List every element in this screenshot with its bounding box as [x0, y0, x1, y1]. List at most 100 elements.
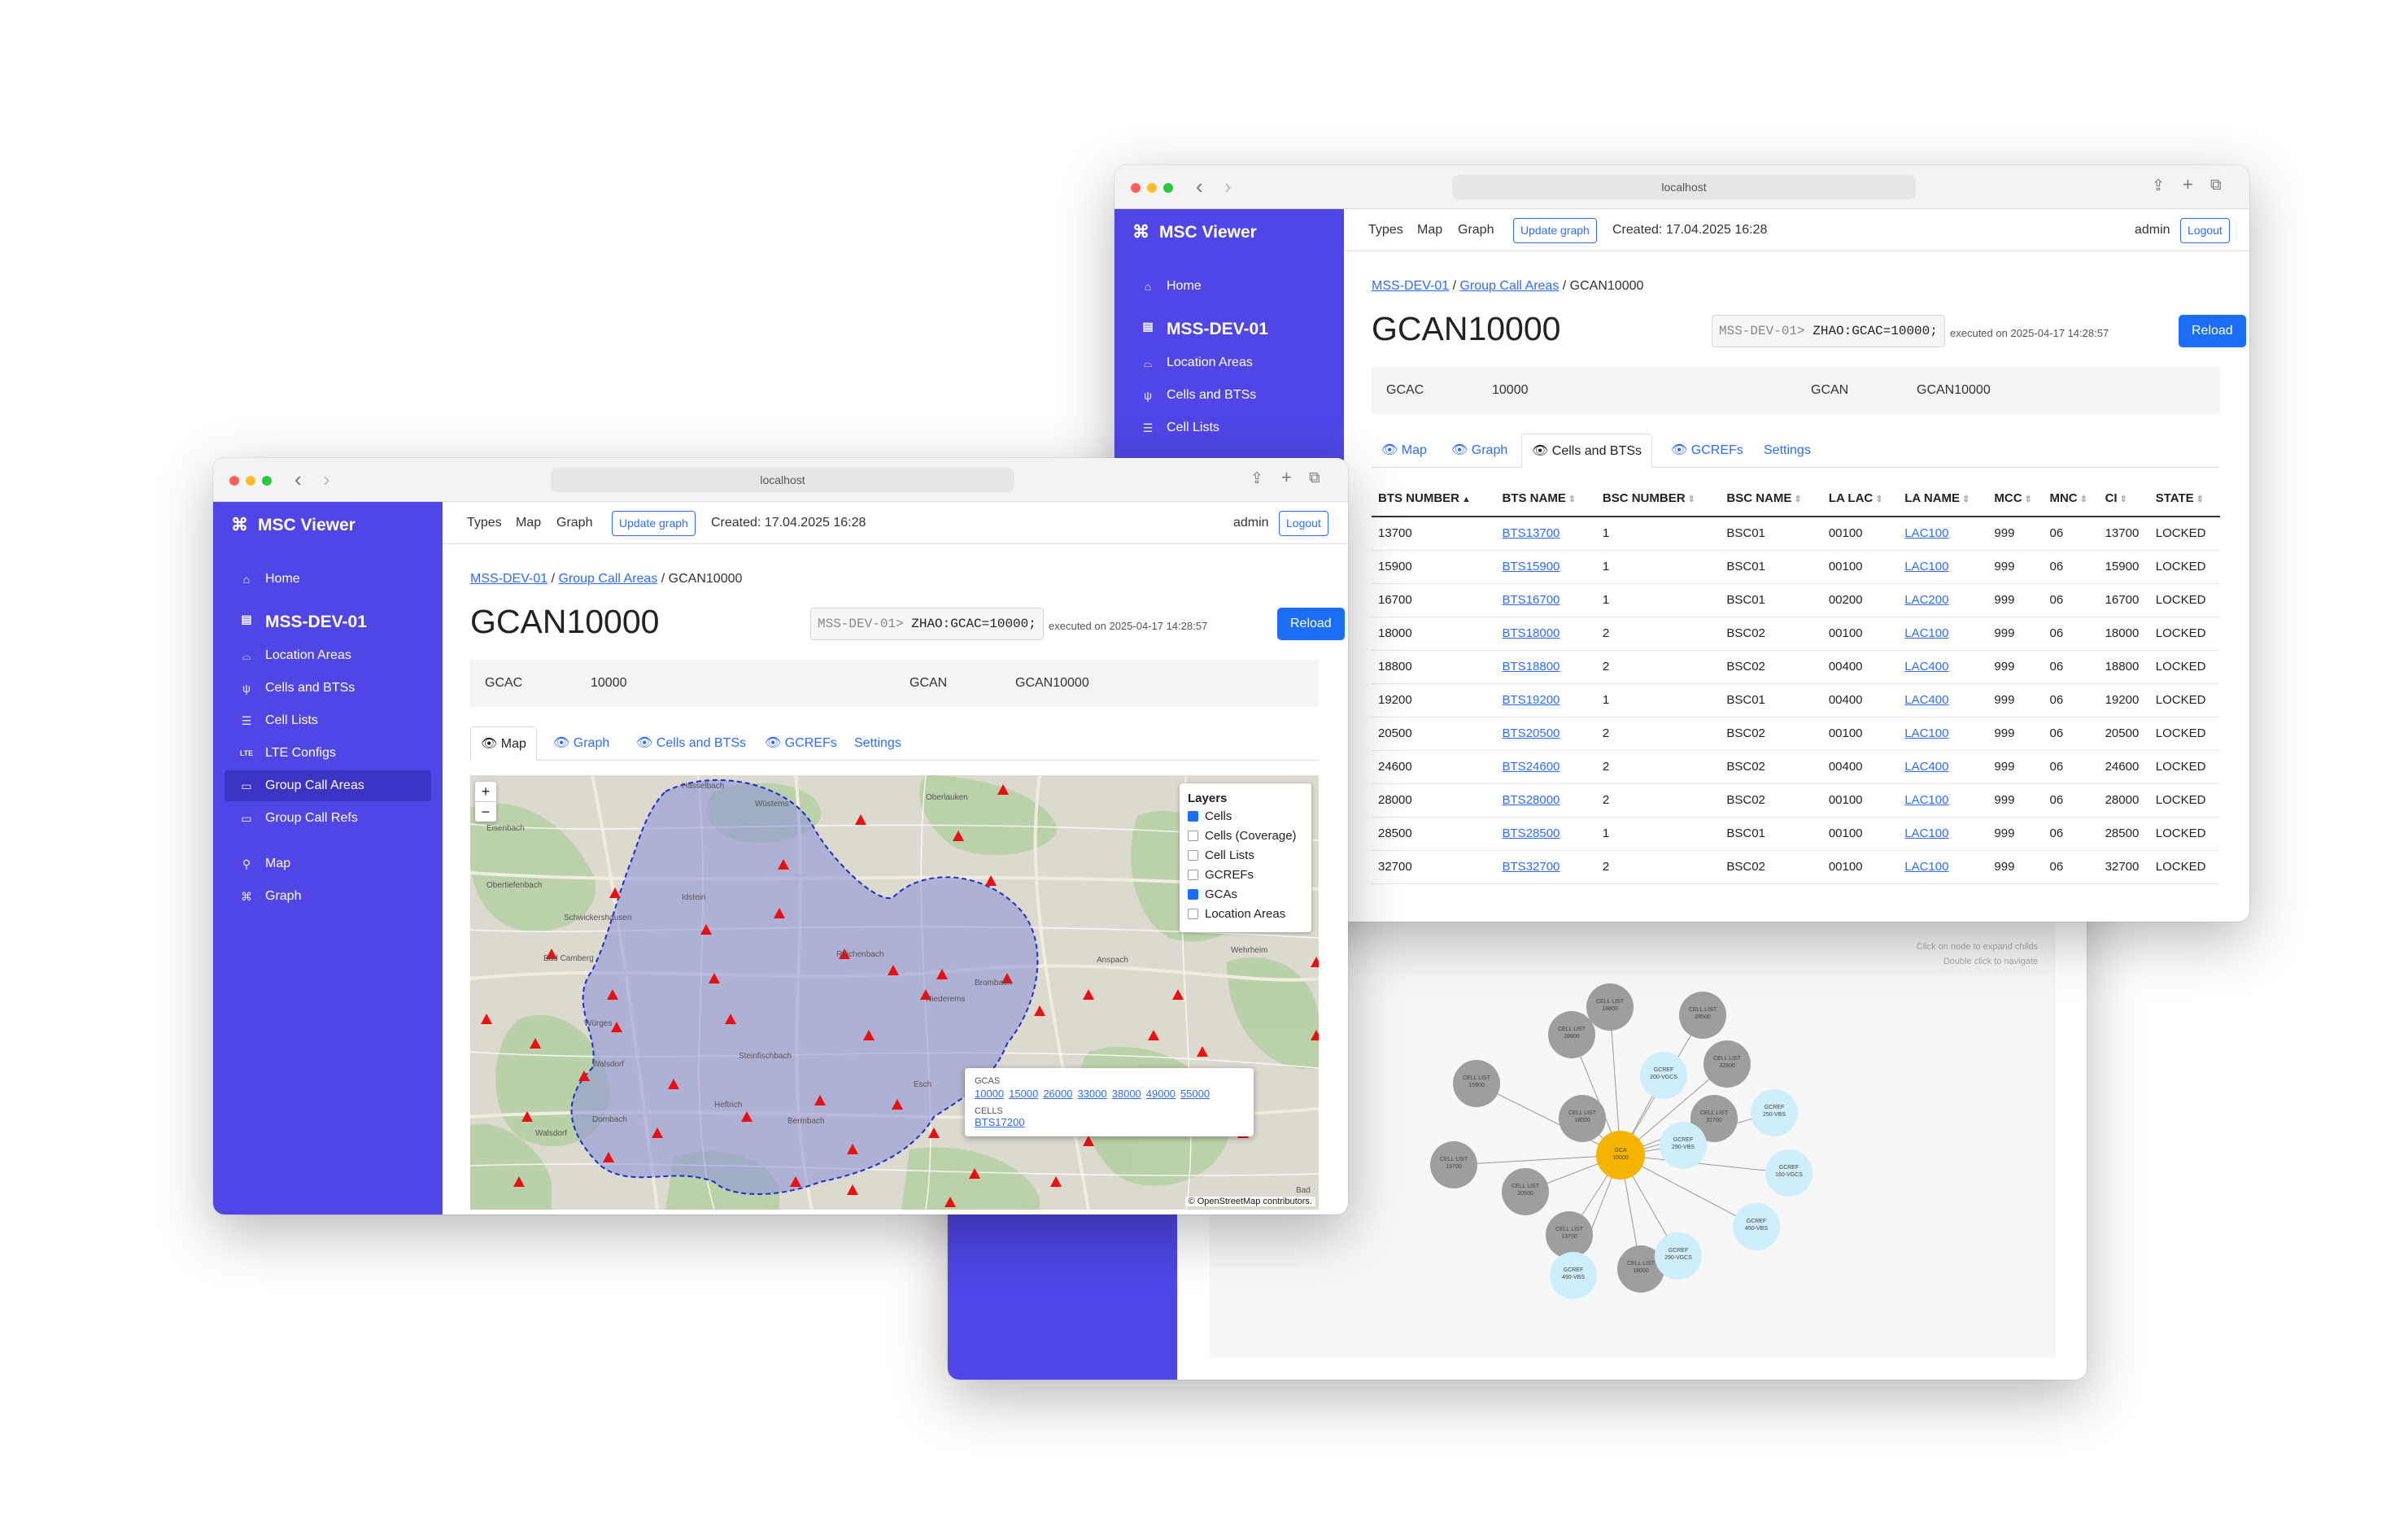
sidebar-item-map[interactable]: ⚲ Map	[225, 848, 431, 879]
graph-node-gcref[interactable]: GCREF 290-VGCS	[1655, 1232, 1702, 1280]
breadcrumb-section[interactable]: Group Call Areas	[558, 572, 657, 586]
sidebar-item-location-areas[interactable]: ⌓ Location Areas	[225, 640, 431, 671]
tabs-overview-icon[interactable]: ⧉	[2210, 177, 2222, 194]
sidebar-server-heading[interactable]: ▤ MSS-DEV-01	[1126, 320, 1268, 339]
nav-types[interactable]: Types	[1368, 223, 1403, 238]
column-header[interactable]: BTS NAME ⇕	[1495, 481, 1596, 517]
forward-icon[interactable]: ›	[323, 469, 330, 490]
sidebar-item-graph[interactable]: ⌘ Graph	[225, 881, 431, 912]
logout-button[interactable]: Logout	[1279, 511, 1328, 536]
map-view[interactable]: + − Hasselbach Oberlauken Eisenbach Obertie…	[470, 775, 1319, 1210]
tab-cells-and-btss[interactable]: 👁︎ Cells and BTSs	[1521, 434, 1653, 468]
graph-node-cell-list[interactable]: CELL LIST 18000	[1559, 1095, 1606, 1142]
sidebar-item-home[interactable]: ⌂ Home	[225, 564, 431, 595]
sidebar-item-home[interactable]: ⌂ Home	[1126, 271, 1333, 302]
zoom-window-button[interactable]	[262, 476, 272, 486]
graph-node-cell-list[interactable]: CELL LIST 28800	[1548, 1011, 1595, 1058]
popup-gca-link[interactable]: 26000	[1043, 1088, 1072, 1100]
graph-node-gcref[interactable]: GCREF 250-VBS	[1751, 1089, 1798, 1136]
share-icon[interactable]: ⇪	[2152, 177, 2165, 195]
column-header[interactable]: BTS NUMBER ▲	[1372, 481, 1496, 517]
checkbox-icon[interactable]	[1188, 850, 1198, 861]
cell-link[interactable]: BTS20500	[1503, 726, 1560, 740]
checkbox-icon[interactable]	[1188, 909, 1198, 919]
zoom-in-button[interactable]: +	[475, 782, 496, 802]
close-window-button[interactable]	[1131, 183, 1141, 193]
new-tab-icon[interactable]: +	[1281, 467, 1292, 488]
sidebar-server-heading[interactable]: ▤ MSS-DEV-01	[225, 613, 367, 632]
back-icon[interactable]: ‹	[294, 469, 302, 490]
checkbox-icon[interactable]	[1188, 831, 1198, 841]
column-header[interactable]: MCC ⇕	[1987, 481, 2044, 517]
breadcrumb-section[interactable]: Group Call Areas	[1459, 279, 1559, 293]
cell-link[interactable]: BTS28500	[1503, 826, 1560, 840]
checkbox-checked-icon[interactable]	[1188, 889, 1198, 900]
cell-link[interactable]: LAC400	[1904, 693, 1948, 707]
update-graph-button[interactable]: Update graph	[1513, 218, 1597, 243]
cell-link[interactable]: LAC100	[1904, 726, 1948, 740]
popup-gca-link[interactable]: 55000	[1180, 1088, 1210, 1100]
cell-link[interactable]: LAC100	[1904, 526, 1948, 540]
column-header[interactable]: STATE ⇕	[2148, 481, 2220, 517]
checkbox-checked-icon[interactable]	[1188, 811, 1198, 822]
column-header[interactable]: LA NAME ⇕	[1898, 481, 1988, 517]
sidebar-item-lte-configs[interactable]: LTE LTE Configs	[225, 738, 431, 769]
cell-link[interactable]: BTS28000	[1503, 793, 1560, 807]
forward-icon[interactable]: ›	[1224, 176, 1232, 197]
graph-center-node[interactable]: GCA 10000	[1596, 1131, 1645, 1180]
popup-gca-link[interactable]: 49000	[1146, 1088, 1176, 1100]
cell-link[interactable]: LAC100	[1904, 560, 1948, 573]
breadcrumb-server[interactable]: MSS-DEV-01	[470, 572, 547, 586]
address-bar[interactable]: localhost	[1452, 175, 1916, 199]
close-window-button[interactable]	[229, 476, 239, 486]
column-header[interactable]: BSC NUMBER ⇕	[1595, 481, 1721, 517]
graph-node-cell-list[interactable]: CELL LIST 20500	[1502, 1168, 1549, 1215]
nav-map[interactable]: Map	[516, 516, 541, 530]
share-icon[interactable]: ⇪	[1250, 469, 1263, 488]
cell-link[interactable]: LAC100	[1904, 860, 1948, 874]
cell-link[interactable]: BTS16700	[1503, 593, 1560, 607]
reload-button[interactable]: Reload	[1277, 608, 1345, 640]
sidebar-item-cells-and-btss[interactable]: ψ Cells and BTSs	[1126, 380, 1333, 411]
cell-link[interactable]: LAC100	[1904, 626, 1948, 640]
cell-link[interactable]: BTS24600	[1503, 760, 1560, 774]
column-header[interactable]: BSC NAME ⇕	[1720, 481, 1822, 517]
nav-types[interactable]: Types	[467, 516, 502, 530]
cell-link[interactable]: LAC100	[1904, 793, 1948, 807]
graph-node-cell-list[interactable]: CELL LIST 19700	[1430, 1141, 1477, 1188]
cell-link[interactable]: BTS18800	[1503, 660, 1560, 674]
tab-graph[interactable]: 👁︎ Graph	[1442, 434, 1517, 468]
cell-link[interactable]: BTS15900	[1503, 560, 1560, 573]
popup-gca-link[interactable]: 33000	[1077, 1088, 1106, 1100]
logout-button[interactable]: Logout	[2180, 218, 2230, 243]
graph-node-cell-list[interactable]: CELL LIST 32800	[1703, 1040, 1751, 1088]
sidebar-item-cell-lists[interactable]: ☰ Cell Lists	[225, 705, 431, 736]
back-icon[interactable]: ‹	[1196, 176, 1203, 197]
popup-gca-link[interactable]: 38000	[1112, 1088, 1141, 1100]
layer-option[interactable]: GCAs	[1188, 885, 1303, 905]
popup-cell-link[interactable]: BTS17200	[975, 1116, 1024, 1128]
nav-map[interactable]: Map	[1417, 223, 1442, 238]
minimize-window-button[interactable]	[246, 476, 255, 486]
sidebar-item-cells-and-btss[interactable]: ψ Cells and BTSs	[225, 673, 431, 704]
graph-node-gcref[interactable]: GCREF 160-VGCS	[1765, 1149, 1813, 1197]
graph-node-cell-list[interactable]: CELL LIST 18800	[1586, 983, 1634, 1031]
zoom-out-button[interactable]: −	[475, 802, 496, 822]
graph-node-cell-list[interactable]: CELL LIST 28500	[1679, 992, 1726, 1039]
cell-link[interactable]: LAC100	[1904, 826, 1948, 840]
tab-gcrefs[interactable]: 👁︎ GCREFs	[1661, 434, 1753, 468]
map-attribution[interactable]: © OpenStreetMap contributors.	[1184, 1197, 1315, 1206]
update-graph-button[interactable]: Update graph	[612, 511, 696, 536]
tab-cells-and-btss[interactable]: 👁︎ Cells and BTSs	[626, 726, 756, 761]
cell-link[interactable]: BTS18000	[1503, 626, 1560, 640]
brand[interactable]: ⌘ MSC Viewer	[1132, 222, 1257, 242]
graph-node-gcref[interactable]: GCREF 490-VBS	[1550, 1252, 1597, 1299]
cell-link[interactable]: LAC400	[1904, 660, 1948, 674]
brand[interactable]: ⌘ MSC Viewer	[231, 515, 356, 535]
graph-node-cell-list[interactable]: CELL LIST 15900	[1453, 1060, 1500, 1107]
address-bar[interactable]: localhost	[551, 468, 1014, 492]
layer-option[interactable]: GCREFs	[1188, 866, 1303, 885]
cell-link[interactable]: BTS32700	[1503, 860, 1560, 874]
layer-option[interactable]: Cell Lists	[1188, 846, 1303, 866]
sidebar-item-group-call-refs[interactable]: ▭ Group Call Refs	[225, 803, 431, 834]
